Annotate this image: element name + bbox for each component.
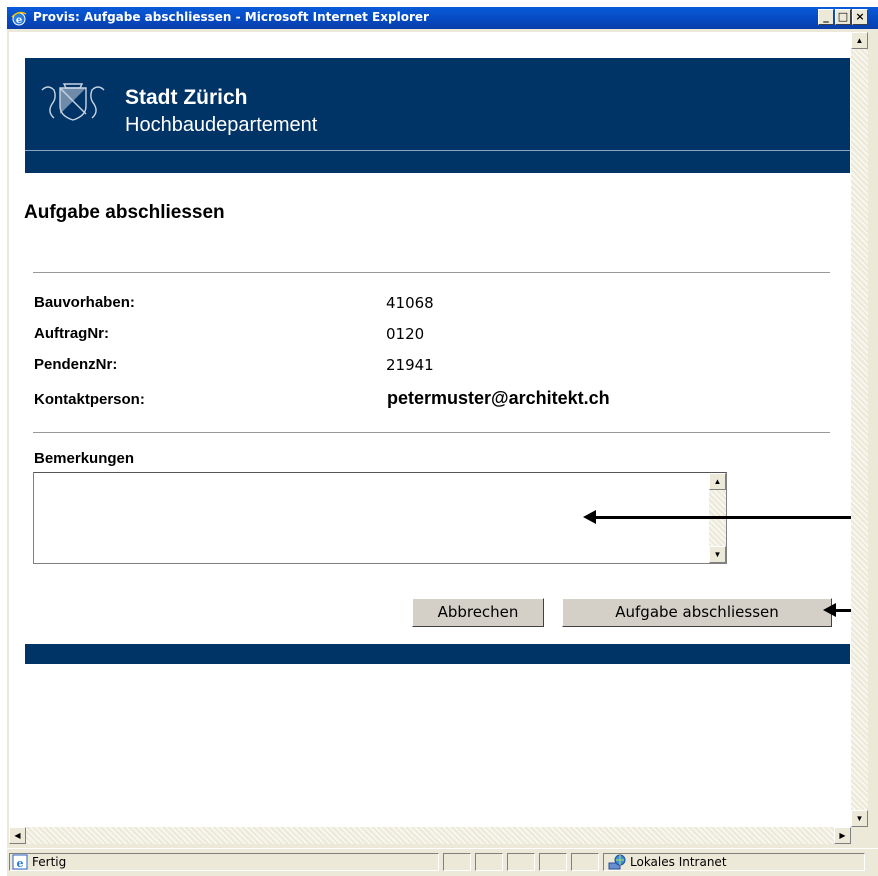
status-cell-1 <box>443 853 471 871</box>
banner-subtitle: Hochbaudepartement <box>125 114 318 136</box>
annotation-arrow-submit <box>823 603 851 617</box>
status-text-cell: e Fertig <box>9 853 439 871</box>
bemerkungen-label: Bemerkungen <box>34 450 135 467</box>
ie-icon: e <box>11 11 27 26</box>
status-cell-4 <box>539 853 567 871</box>
header-banner: Stadt Zürich Hochbaudepartement <box>25 58 850 173</box>
status-text: Fertig <box>32 855 67 869</box>
title-bar[interactable]: e Provis: Aufgabe abschliessen - Microso… <box>7 7 878 29</box>
divider-top <box>33 272 830 273</box>
status-bar: e Fertig Lokales Intranet <box>7 848 878 876</box>
status-cell-5 <box>571 853 599 871</box>
auftragnr-value: 0120 <box>386 325 425 343</box>
footer-bar <box>25 644 850 664</box>
banner-divider <box>25 150 850 151</box>
scroll-up-icon[interactable]: ▲ <box>709 473 726 490</box>
minimize-button[interactable]: _ <box>818 9 834 25</box>
window-title: Provis: Aufgabe abschliessen - Microsoft… <box>33 10 429 24</box>
close-button[interactable]: × <box>852 9 868 25</box>
scroll-left-icon[interactable]: ◀ <box>9 827 26 844</box>
status-cell-3 <box>507 853 535 871</box>
cancel-button[interactable]: Abbrechen <box>412 598 544 627</box>
zurich-crest-icon <box>41 83 105 121</box>
pendenznr-value: 21941 <box>386 356 434 374</box>
banner-title: Stadt Zürich <box>125 86 248 109</box>
submit-button[interactable]: Aufgabe abschliessen <box>562 598 832 627</box>
zone-cell: Lokales Intranet <box>603 853 865 871</box>
maximize-button[interactable]: □ <box>835 9 851 25</box>
ie-page-icon: e <box>12 854 28 870</box>
kontaktperson-label: Kontaktperson: <box>34 391 145 408</box>
svg-text:e: e <box>16 15 22 26</box>
scroll-right-icon[interactable]: ▶ <box>834 827 851 844</box>
pendenznr-label: PendenzNr: <box>34 356 118 373</box>
svg-text:e: e <box>17 857 24 870</box>
bauvorhaben-label: Bauvorhaben: <box>34 294 135 311</box>
scroll-down-icon[interactable]: ▼ <box>709 546 726 563</box>
divider-middle <box>33 432 830 433</box>
annotation-arrow-textarea <box>583 510 851 524</box>
horizontal-scrollbar[interactable]: ◀ ▶ <box>9 827 851 844</box>
kontaktperson-value: petermuster@architekt.ch <box>387 388 610 408</box>
page-scroll-up-icon[interactable]: ▲ <box>851 32 868 49</box>
auftragnr-label: AuftragNr: <box>34 325 109 342</box>
page-scroll-down-icon[interactable]: ▼ <box>851 810 868 827</box>
vertical-scrollbar[interactable]: ▲ ▼ <box>851 32 868 827</box>
intranet-globe-icon <box>608 854 626 870</box>
page-content: Stadt Zürich Hochbaudepartement Aufgabe … <box>9 32 851 827</box>
zone-text: Lokales Intranet <box>630 855 727 869</box>
browser-window: e Provis: Aufgabe abschliessen - Microso… <box>7 7 878 876</box>
status-cell-2 <box>475 853 503 871</box>
page-title: Aufgabe abschliessen <box>24 202 225 223</box>
bauvorhaben-value: 41068 <box>386 294 434 312</box>
